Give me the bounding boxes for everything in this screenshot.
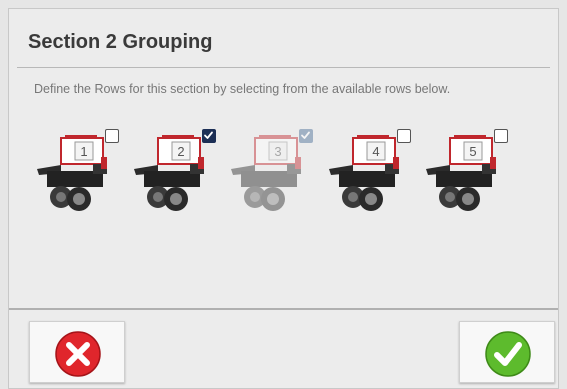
title-divider <box>17 67 550 68</box>
dialog-instructions: Define the Rows for this section by sele… <box>34 82 451 96</box>
row-unit-2[interactable]: 2 <box>128 119 220 229</box>
planter-row-icon: 1 <box>37 135 107 211</box>
red-x-icon <box>55 331 101 377</box>
row-unit-3[interactable]: 3 <box>225 119 317 229</box>
row-selector: 1 2 3 4 5 <box>9 119 558 239</box>
row-number-label: 3 <box>274 144 281 159</box>
row-number-label: 2 <box>177 144 184 159</box>
cancel-button[interactable] <box>29 321 125 383</box>
row-unit-1[interactable]: 1 <box>31 119 123 229</box>
row-number-label: 4 <box>372 144 379 159</box>
planter-row-icon: 5 <box>426 135 496 211</box>
row-number-label: 1 <box>80 144 87 159</box>
row-unit-4[interactable]: 4 <box>323 119 415 229</box>
ok-button[interactable] <box>459 321 555 383</box>
row-unit-5[interactable]: 5 <box>420 119 512 229</box>
green-check-icon <box>485 331 531 377</box>
planter-row-icon: 3 <box>231 135 301 211</box>
dialog-title: Section 2 Grouping <box>28 31 213 53</box>
row-number-label: 5 <box>469 144 476 159</box>
section-grouping-dialog: Section 2 Grouping Define the Rows for t… <box>8 8 559 389</box>
planter-row-icon: 4 <box>329 135 399 211</box>
planter-row-icon: 2 <box>134 135 204 211</box>
button-bar-divider <box>9 308 558 310</box>
